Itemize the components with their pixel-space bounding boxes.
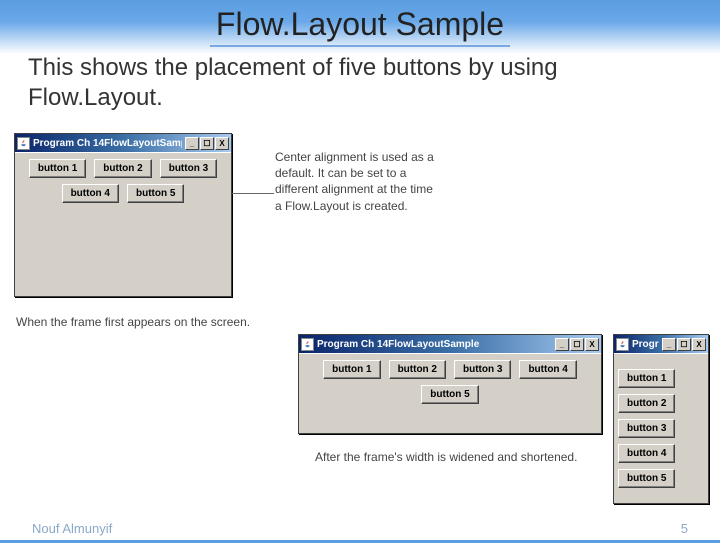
maximize-button[interactable]: ☐ <box>200 137 214 150</box>
minimize-button[interactable]: _ <box>185 137 199 150</box>
swing-button[interactable]: button 1 <box>618 369 675 388</box>
swing-button[interactable]: button 4 <box>519 360 576 379</box>
window-title: Program Ch 14FlowLayoutSample <box>317 339 552 350</box>
swing-button[interactable]: button 3 <box>454 360 511 379</box>
swing-button[interactable]: button 2 <box>94 159 151 178</box>
caption-first-appears: When the frame first appears on the scre… <box>16 314 276 330</box>
page-title: Flow.Layout Sample <box>210 6 510 47</box>
close-button[interactable]: X <box>215 137 229 150</box>
window-initial: Program Ch 14FlowLayoutSample _ ☐ X butt… <box>14 133 232 297</box>
swing-button[interactable]: button 5 <box>127 184 184 203</box>
swing-button[interactable]: button 3 <box>618 419 675 438</box>
swing-button[interactable]: button 2 <box>618 394 675 413</box>
close-button[interactable]: X <box>585 338 599 351</box>
minimize-button[interactable]: _ <box>662 338 676 351</box>
window-widened: Program Ch 14FlowLayoutSample _ ☐ X butt… <box>298 334 602 434</box>
swing-button[interactable]: button 4 <box>618 444 675 463</box>
window-title: Program… <box>632 339 659 350</box>
footer: Nouf Almunyif 5 <box>0 521 720 536</box>
maximize-button[interactable]: ☐ <box>570 338 584 351</box>
java-icon <box>17 137 30 150</box>
illustration-stage: Program Ch 14FlowLayoutSample _ ☐ X butt… <box>0 123 720 543</box>
close-button[interactable]: X <box>692 338 706 351</box>
swing-button[interactable]: button 5 <box>618 469 675 488</box>
window-shortened: Program… _ ☐ X button 1 button 2 button … <box>613 334 709 504</box>
titlebar: Program… _ ☐ X <box>614 335 708 353</box>
java-icon <box>616 338 629 351</box>
swing-button[interactable]: button 1 <box>29 159 86 178</box>
swing-button[interactable]: button 1 <box>323 360 380 379</box>
caption-center-alignment: Center alignment is used as a default. I… <box>275 149 440 214</box>
connector-line <box>232 193 274 194</box>
minimize-button[interactable]: _ <box>555 338 569 351</box>
maximize-button[interactable]: ☐ <box>677 338 691 351</box>
caption-after-resize: After the frame's width is widened and s… <box>315 449 595 465</box>
swing-button[interactable]: button 2 <box>389 360 446 379</box>
subtitle: This shows the placement of five buttons… <box>28 53 692 113</box>
footer-author: Nouf Almunyif <box>32 521 112 536</box>
titlebar: Program Ch 14FlowLayoutSample _ ☐ X <box>299 335 601 353</box>
java-icon <box>301 338 314 351</box>
swing-button[interactable]: button 3 <box>160 159 217 178</box>
swing-button[interactable]: button 5 <box>421 385 478 404</box>
swing-button[interactable]: button 4 <box>62 184 119 203</box>
window-title: Program Ch 14FlowLayoutSample <box>33 138 182 149</box>
footer-page-number: 5 <box>681 521 688 536</box>
titlebar: Program Ch 14FlowLayoutSample _ ☐ X <box>15 134 231 152</box>
